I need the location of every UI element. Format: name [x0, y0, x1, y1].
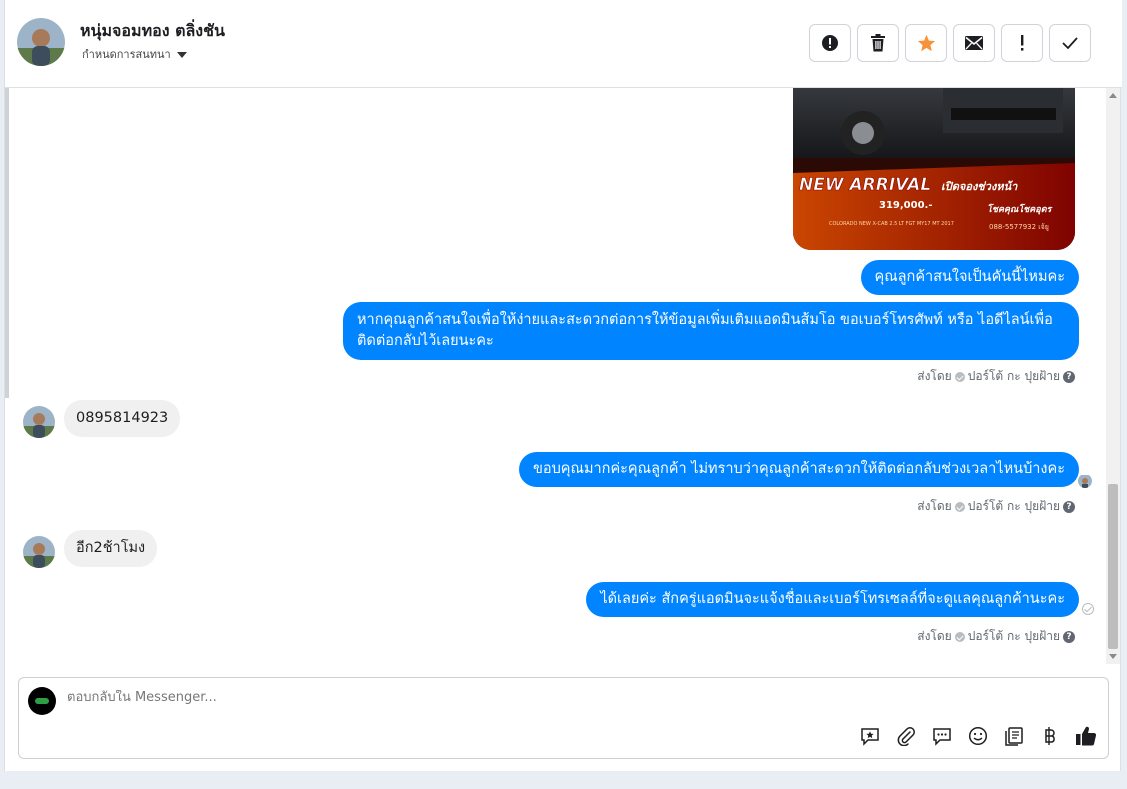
- quick-reply-button[interactable]: [930, 724, 954, 748]
- help-icon[interactable]: ?: [1063, 370, 1075, 383]
- attach-button[interactable]: [894, 724, 918, 748]
- emoji-button[interactable]: [966, 724, 990, 748]
- mark-unread-button[interactable]: [953, 24, 995, 62]
- car-promo-image[interactable]: NEW ARRIVAL เปิดจองช่วงหน้า 319,000.- โช…: [793, 88, 1075, 250]
- smiley-icon: [968, 726, 988, 746]
- scroll-down-arrow-icon[interactable]: [1109, 654, 1117, 659]
- star-icon: [917, 34, 935, 52]
- message-outgoing[interactable]: ขอบคุณมากค่ะคุณลูกค้า ไม่ทราบว่าคุณลูกค้…: [518, 452, 1079, 487]
- verified-icon: [954, 501, 965, 512]
- delete-button[interactable]: [857, 24, 899, 62]
- exclamation-icon: [1021, 35, 1024, 51]
- seen-indicator-avatar: [1078, 474, 1092, 488]
- message-outgoing[interactable]: หากคุณลูกค้าสนใจเพื่อให้ง่ายและสะดวกต่อก…: [343, 302, 1079, 360]
- message-incoming[interactable]: 0895814923: [64, 400, 181, 437]
- thumbs-up-icon: [1076, 726, 1097, 746]
- sent-by-info: ส่งโดย ปอร์โต้ กะ ปุยฝ้าย ?: [917, 367, 1075, 386]
- conversation-header: หนุ่มจอมทอง ตลิ่งชัน กำหนดการสนทนา: [5, 0, 1122, 88]
- contact-avatar[interactable]: [17, 18, 65, 66]
- promo-price: 319,000.-: [879, 200, 933, 211]
- scrollbar-thumb[interactable]: [1108, 484, 1118, 649]
- spam-button[interactable]: [809, 24, 851, 62]
- verified-icon: [954, 631, 965, 642]
- mark-done-button[interactable]: [1049, 24, 1091, 62]
- message-outgoing[interactable]: ได้เลยค่ะ สักครู่แอดมินจะแจ้งชื่อและเบอร…: [586, 582, 1079, 617]
- verified-icon: [954, 371, 965, 382]
- message-thread[interactable]: NEW ARRIVAL เปิดจองช่วงหน้า 319,000.- โช…: [5, 88, 1105, 664]
- reply-input[interactable]: [67, 690, 867, 705]
- help-icon[interactable]: ?: [1063, 630, 1075, 643]
- contact-avatar-small: [23, 406, 55, 438]
- thread-scrollbar[interactable]: [1106, 88, 1120, 664]
- promo-headline: NEW ARRIVAL: [799, 175, 931, 195]
- reply-composer: [18, 677, 1109, 759]
- promo-model: COLORADO NEW X-CAB 2.5 LT FGT MY17 MT 20…: [829, 221, 954, 227]
- important-button[interactable]: [1001, 24, 1043, 62]
- baht-icon: [1045, 727, 1055, 745]
- star-button[interactable]: [905, 24, 947, 62]
- alert-circle-icon: [822, 35, 838, 51]
- scroll-up-arrow-icon[interactable]: [1109, 93, 1117, 98]
- page-avatar: [28, 687, 56, 715]
- envelope-icon: [965, 36, 983, 50]
- sent-by-info: ส่งโดย ปอร์โต้ กะ ปุยฝ้าย ?: [917, 627, 1075, 646]
- promo-phone: 088-5577932 เจ้ยู: [989, 223, 1049, 231]
- like-button[interactable]: [1074, 724, 1098, 748]
- assign-conversation-label: กำหนดการสนทนา: [82, 48, 171, 61]
- contact-name[interactable]: หนุ่มจอมทอง ตลิ่งชัน: [80, 19, 225, 44]
- composer-toolbar: [858, 724, 1098, 748]
- catalog-icon: [1005, 727, 1023, 746]
- checkmark-icon: [1062, 37, 1078, 49]
- trash-icon: [871, 34, 885, 52]
- star-chat-icon: [861, 728, 879, 746]
- messenger-panel: หนุ่มจอมทอง ตลิ่งชัน กำหนดการสนทนา NEW A…: [4, 0, 1122, 771]
- contact-avatar-small: [23, 536, 55, 568]
- payment-button[interactable]: [1038, 724, 1062, 748]
- sent-by-info: ส่งโดย ปอร์โต้ กะ ปุยฝ้าย ?: [917, 497, 1075, 516]
- paperclip-icon: [897, 727, 915, 746]
- promo-headline-th: เปิดจองช่วงหน้า: [941, 180, 1018, 193]
- sent-status-icon: [1082, 603, 1094, 615]
- caret-down-icon: [176, 51, 187, 58]
- chat-bubble-icon: [933, 728, 951, 746]
- promo-dealer: โชคคุณโชคอุดร: [987, 203, 1054, 215]
- saved-reply-button[interactable]: [858, 724, 882, 748]
- catalog-button[interactable]: [1002, 724, 1026, 748]
- header-actions: [809, 24, 1091, 62]
- help-icon[interactable]: ?: [1063, 500, 1075, 513]
- message-outgoing[interactable]: คุณลูกค้าสนใจเป็นคันนี้ไหมคะ: [860, 260, 1079, 295]
- assign-conversation-dropdown[interactable]: กำหนดการสนทนา: [82, 45, 187, 63]
- message-incoming[interactable]: อีก2ช้าโมง: [64, 530, 158, 567]
